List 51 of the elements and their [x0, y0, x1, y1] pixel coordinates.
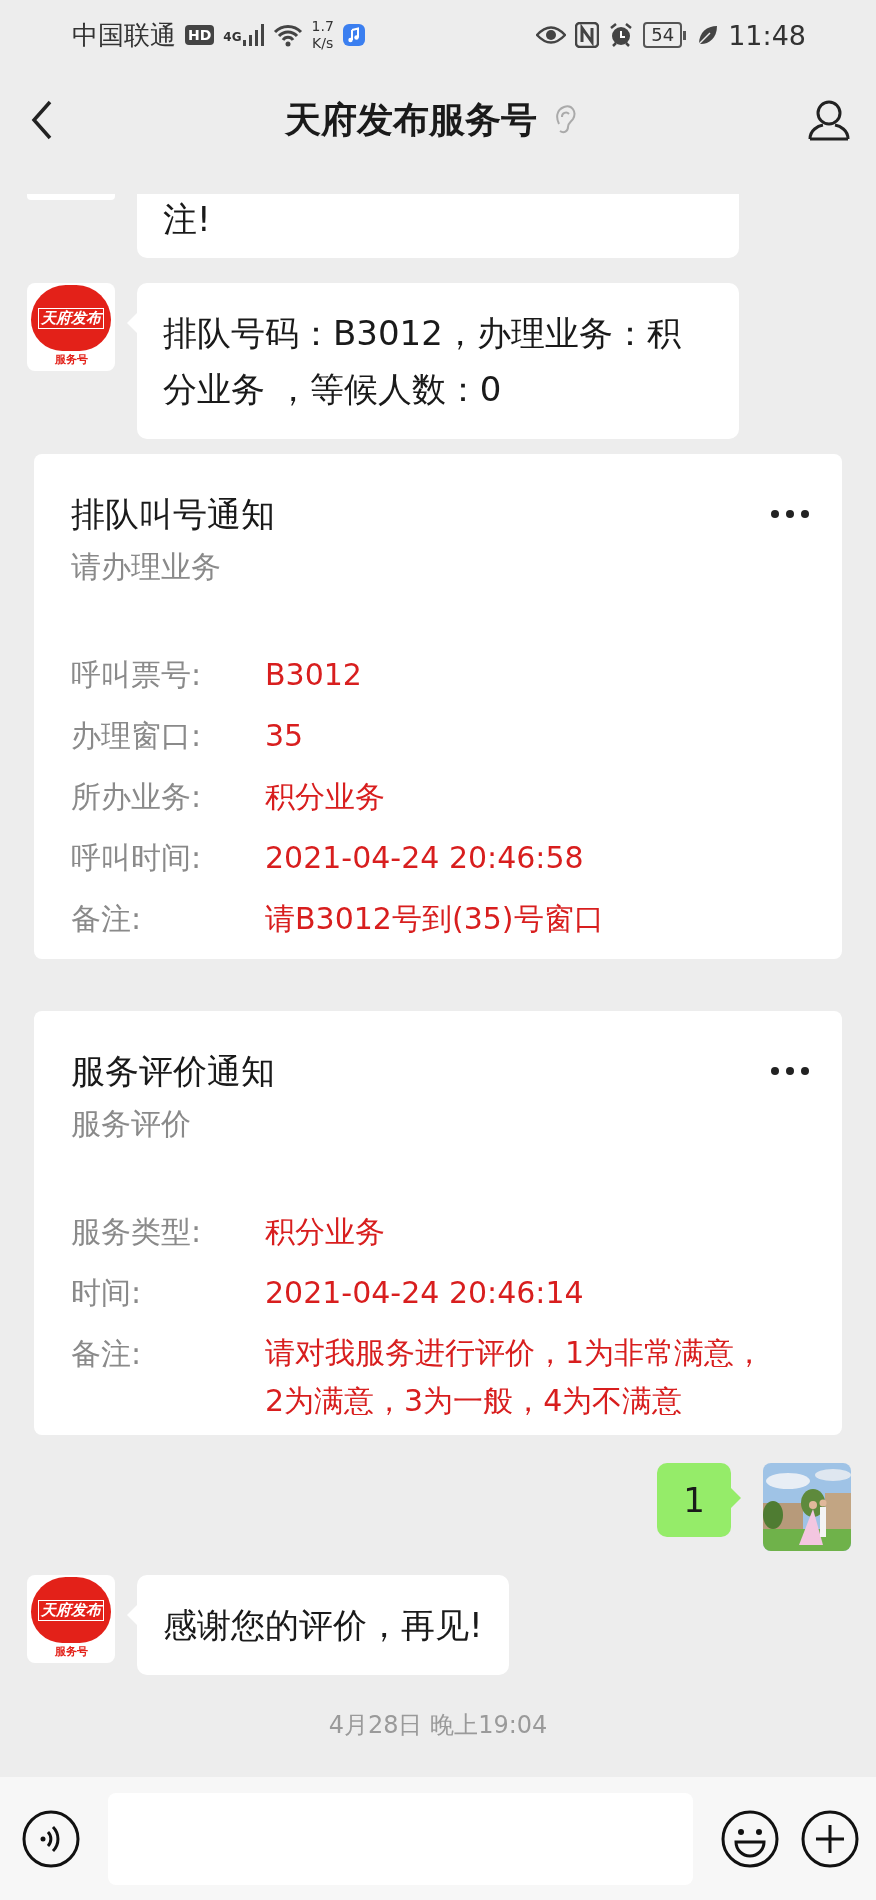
- battery-indicator: 54: [643, 22, 683, 48]
- account-label: 服务号: [54, 352, 88, 368]
- leaf-icon: [697, 24, 720, 46]
- message-bubble: 感谢您的评价，再见!: [137, 1575, 509, 1675]
- field-label: 备注:: [71, 1335, 143, 1373]
- field-value: 请对我服务进行评价，1为非常满意，2为满意，3为一般，4为不满意: [265, 1334, 766, 1420]
- signal-icon: [242, 24, 264, 46]
- field-value: 请B3012号到(35)号窗口: [265, 900, 605, 938]
- field-value: 2021-04-24 20:46:58: [265, 839, 585, 877]
- card-subtitle: 服务评价: [71, 1105, 192, 1143]
- speed-unit: K/s: [312, 35, 334, 52]
- logo-text: 天府发布: [38, 1599, 104, 1621]
- message-bubble: 注!: [137, 194, 739, 258]
- field-label: 呼叫票号:: [71, 656, 203, 694]
- message-time: 4月28日 晚上19:04: [328, 1710, 548, 1741]
- field-label: 备注:: [71, 900, 143, 938]
- field-value: 2021-04-24 20:46:14: [265, 1274, 585, 1312]
- field-value: 35: [265, 717, 305, 755]
- field-label: 服务类型:: [71, 1213, 203, 1251]
- message-bubble: 排队号码：B3012，办理业务：积分业务 ，等候人数：0: [137, 283, 739, 439]
- carrier-name: 中国联通: [72, 18, 176, 52]
- message-bubble: 1: [657, 1463, 731, 1537]
- logo-text: 天府发布: [38, 307, 104, 329]
- back-icon[interactable]: [30, 100, 54, 140]
- more-icon[interactable]: [770, 509, 810, 519]
- field-label: 时间:: [71, 1274, 143, 1312]
- profile-icon[interactable]: [808, 99, 850, 141]
- network-type: 4G: [223, 29, 242, 44]
- field-label: 办理窗口:: [71, 717, 203, 755]
- field-label: 呼叫时间:: [71, 839, 203, 877]
- nfc-icon: [575, 22, 600, 48]
- field-value: 积分业务: [265, 1213, 386, 1251]
- plus-icon[interactable]: [801, 1809, 859, 1868]
- card-title: 服务评价通知: [71, 1050, 275, 1093]
- account-label: 服务号: [54, 1644, 88, 1660]
- wifi-icon: [272, 23, 303, 47]
- voice-icon[interactable]: [22, 1809, 80, 1868]
- more-icon[interactable]: [770, 1066, 810, 1076]
- clock-time: 11:48: [728, 19, 806, 51]
- hd-badge: HD: [185, 25, 215, 45]
- card-title: 排队叫号通知: [71, 493, 275, 536]
- field-label: 所办业务:: [71, 778, 203, 816]
- eye-icon: [536, 24, 567, 46]
- field-value: B3012: [265, 656, 363, 694]
- bubble-tail: [731, 1488, 741, 1508]
- emoji-icon[interactable]: [721, 1809, 779, 1868]
- field-value: 积分业务: [265, 778, 386, 816]
- card-subtitle: 请办理业务: [71, 548, 222, 586]
- speed-value: 1.7: [311, 18, 334, 35]
- chat-title: 天府发布服务号: [285, 97, 537, 142]
- music-app-icon: [342, 24, 365, 46]
